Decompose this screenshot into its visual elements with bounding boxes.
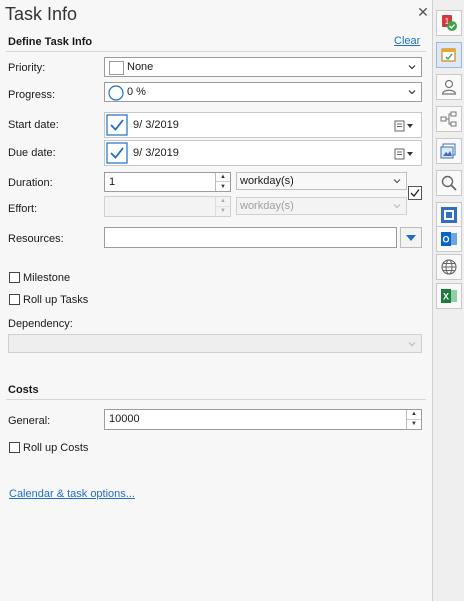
chevron-down-icon bbox=[393, 179, 401, 184]
panel-title: Task Info bbox=[5, 4, 78, 24]
spin-up-icon[interactable]: ▲ bbox=[216, 197, 230, 207]
web-icon[interactable] bbox=[436, 254, 462, 280]
duration-label: Duration: bbox=[8, 177, 53, 189]
progress-circle-icon bbox=[108, 85, 124, 101]
search-icon[interactable] bbox=[436, 170, 462, 196]
chevron-down-icon bbox=[393, 204, 401, 209]
topic-link-icon[interactable] bbox=[436, 106, 462, 132]
image-icon[interactable] bbox=[436, 138, 462, 164]
divider bbox=[6, 51, 426, 52]
duration-unit-value: workday(s) bbox=[240, 175, 294, 187]
duration-value: 1 bbox=[109, 176, 116, 188]
svg-text:X: X bbox=[443, 292, 449, 302]
resources-input[interactable] bbox=[104, 227, 397, 248]
priority-select[interactable]: None bbox=[104, 57, 422, 77]
general-cost-spinner[interactable]: ▲ ▼ bbox=[406, 410, 421, 429]
effort-unit-select[interactable]: workday(s) bbox=[236, 197, 407, 215]
chevron-down-icon bbox=[408, 341, 416, 346]
calendar-task-options-link[interactable]: Calendar & task options... bbox=[9, 488, 135, 500]
priority-value: None bbox=[127, 61, 154, 73]
spin-up-icon[interactable]: ▲ bbox=[407, 410, 421, 420]
milestone-label: Milestone bbox=[23, 272, 71, 284]
due-date-value: 9/ 3/2019 bbox=[133, 147, 179, 159]
svg-text:O: O bbox=[442, 235, 449, 245]
divider bbox=[6, 399, 426, 400]
rollup-tasks-checkbox[interactable] bbox=[9, 294, 20, 305]
priority-label: Priority: bbox=[8, 62, 46, 74]
link-duration-checkbox[interactable] bbox=[408, 186, 422, 200]
task-info-panel: Task Info ✕ Define Task Info Clear Prior… bbox=[0, 0, 433, 601]
milestone-checkbox[interactable] bbox=[9, 272, 20, 283]
task-priority-icon[interactable]: 1 bbox=[436, 10, 462, 36]
resources-dropdown-button[interactable] bbox=[400, 227, 422, 248]
costs-heading: Costs bbox=[8, 384, 39, 396]
dependency-label: Dependency: bbox=[8, 318, 73, 330]
right-sidebar: 1 O X bbox=[433, 0, 464, 601]
chevron-down-icon bbox=[408, 65, 416, 70]
calendar-dropdown-icon[interactable] bbox=[394, 148, 416, 160]
progress-value: 0 % bbox=[127, 86, 146, 98]
general-cost-input[interactable]: 10000 ▲ ▼ bbox=[104, 409, 422, 430]
general-cost-label: General: bbox=[8, 415, 51, 427]
general-cost-value: 10000 bbox=[109, 413, 140, 425]
rollup-costs-checkbox[interactable] bbox=[9, 442, 20, 453]
start-date-field[interactable]: 9/ 3/2019 bbox=[104, 112, 422, 138]
resources-icon[interactable] bbox=[436, 74, 462, 100]
rollup-costs-label: Roll up Costs bbox=[23, 442, 89, 454]
spin-up-icon[interactable]: ▲ bbox=[216, 173, 230, 182]
spin-down-icon[interactable]: ▼ bbox=[216, 207, 230, 217]
spin-down-icon[interactable]: ▼ bbox=[407, 420, 421, 430]
start-date-checkbox[interactable] bbox=[106, 114, 128, 136]
priority-swatch bbox=[109, 61, 124, 75]
calendar-dropdown-icon[interactable] bbox=[394, 120, 416, 132]
clear-link[interactable]: Clear bbox=[394, 35, 420, 47]
effort-input[interactable]: ▲ ▼ bbox=[104, 196, 231, 217]
effort-spinner[interactable]: ▲ ▼ bbox=[215, 197, 230, 216]
map-overview-icon[interactable] bbox=[436, 202, 462, 228]
chevron-down-icon bbox=[406, 234, 416, 241]
duration-input[interactable]: 1 ▲ ▼ bbox=[104, 172, 231, 192]
start-date-value: 9/ 3/2019 bbox=[133, 119, 179, 131]
due-date-field[interactable]: 9/ 3/2019 bbox=[104, 140, 422, 166]
rollup-tasks-label: Roll up Tasks bbox=[23, 294, 89, 306]
due-date-label: Due date: bbox=[8, 147, 56, 159]
dependency-select[interactable] bbox=[8, 334, 422, 353]
progress-select[interactable]: 0 % bbox=[104, 82, 422, 102]
due-date-checkbox[interactable] bbox=[106, 142, 128, 164]
resources-label: Resources: bbox=[8, 233, 64, 245]
effort-unit-value: workday(s) bbox=[240, 200, 294, 212]
close-icon[interactable]: ✕ bbox=[416, 5, 430, 19]
outlook-icon[interactable]: O bbox=[436, 226, 462, 252]
spin-down-icon[interactable]: ▼ bbox=[216, 182, 230, 191]
task-info-icon[interactable] bbox=[436, 42, 462, 68]
start-date-label: Start date: bbox=[8, 119, 59, 131]
progress-label: Progress: bbox=[8, 89, 56, 101]
duration-unit-select[interactable]: workday(s) bbox=[236, 172, 407, 190]
excel-icon[interactable]: X bbox=[436, 283, 462, 309]
define-task-info-heading: Define Task Info bbox=[8, 36, 93, 48]
chevron-down-icon bbox=[408, 90, 416, 95]
effort-label: Effort: bbox=[8, 203, 38, 215]
duration-spinner[interactable]: ▲ ▼ bbox=[215, 173, 230, 191]
